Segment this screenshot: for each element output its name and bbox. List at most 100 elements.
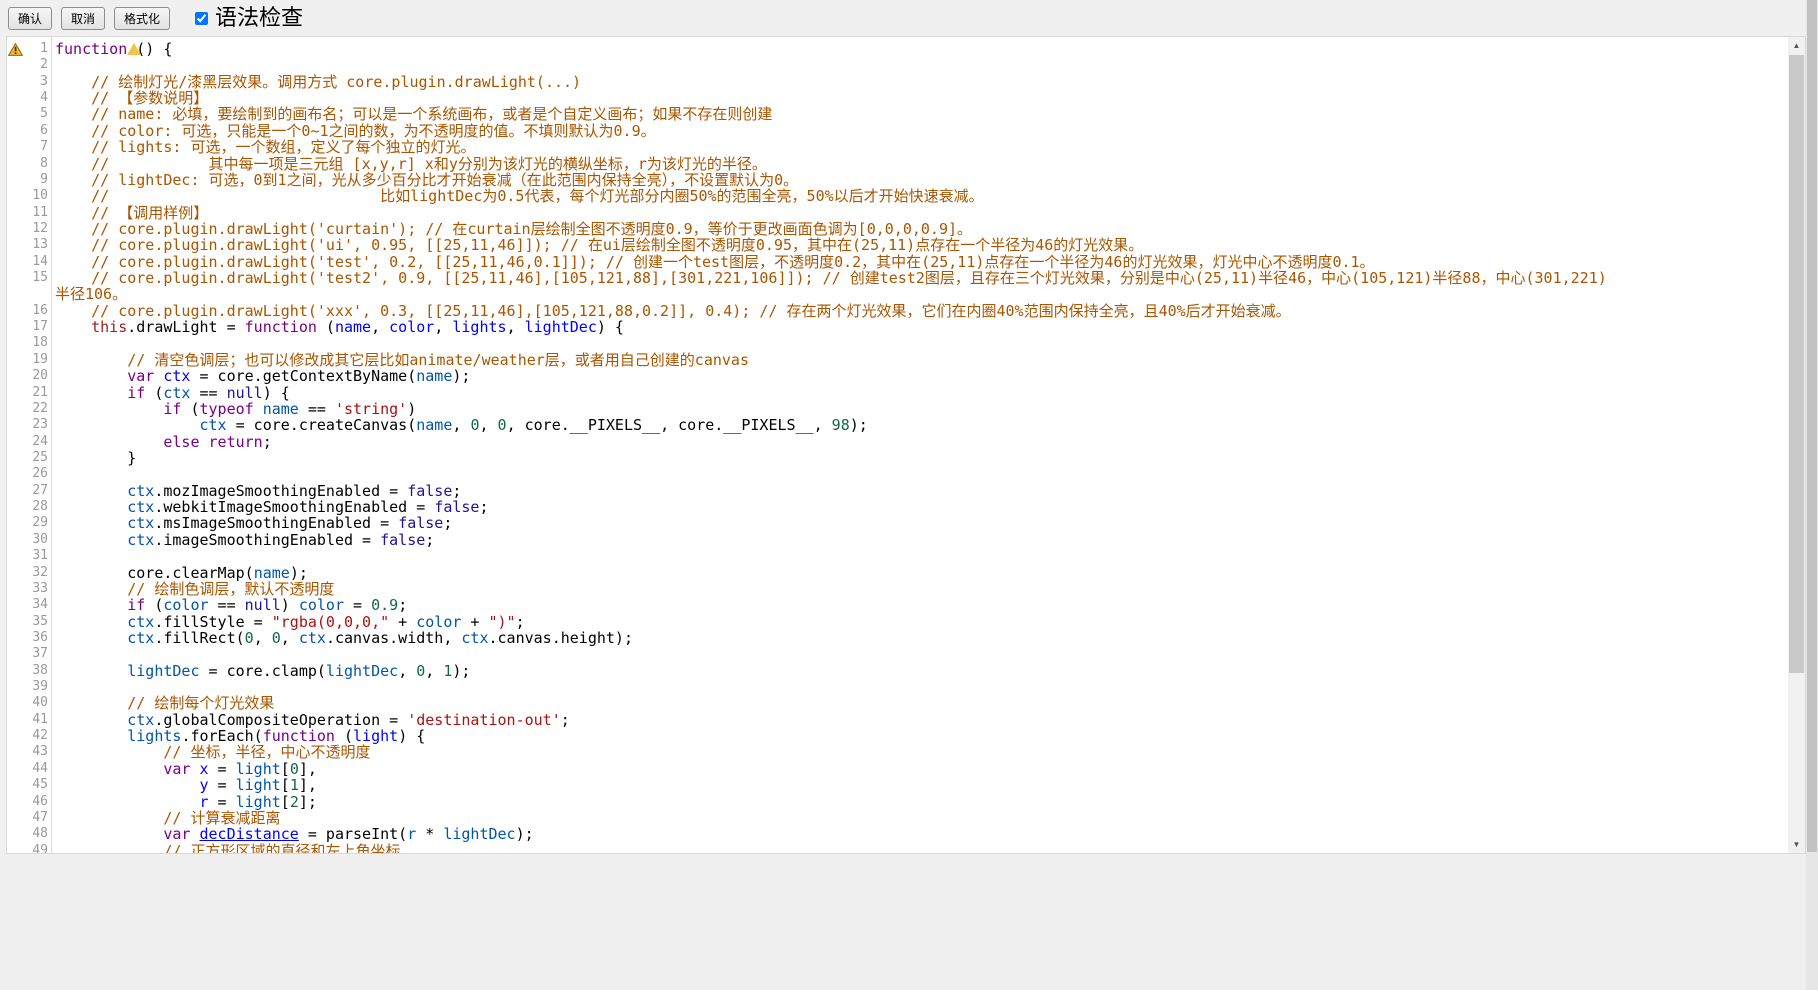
code-line[interactable]: 33 // 绘制色调层，默认不透明度 [7,581,1788,597]
code-line[interactable]: 49 // 正方形区域的直径和左上角坐标 [7,843,1788,853]
code-line[interactable]: 38 lightDec = core.clamp(lightDec, 0, 1)… [7,663,1788,679]
code-line[interactable]: 3 // 绘制灯光/漆黑层效果。调用方式 core.plugin.drawLig… [7,74,1788,90]
format-button[interactable]: 格式化 [114,7,170,30]
code-line[interactable]: 43 // 坐标，半径，中心不透明度 [7,744,1788,760]
code-line[interactable]: 34 if (color == null) color = 0.9; [7,597,1788,613]
confirm-button[interactable]: 确认 [8,7,52,30]
line-number: 24 [24,434,51,450]
code-line[interactable]: 23 ctx = core.createCanvas(name, 0, 0, c… [7,417,1788,433]
code-text: // lights: 可选，一个数组，定义了每个独立的灯光。 [51,139,1788,155]
lint-gutter [7,695,24,711]
scroll-down-button[interactable]: ▼ [1788,836,1805,853]
code-text: // color: 可选，只能是一个0~1之间的数，为不透明度的值。不填则默认为… [51,123,1788,139]
lint-gutter [7,646,24,662]
code-line[interactable]: 39 [7,679,1788,695]
code-line[interactable]: 36 ctx.fillRect(0, 0, ctx.canvas.width, … [7,630,1788,646]
line-number: 5 [24,106,51,122]
line-number: 32 [24,565,51,581]
line-number: 48 [24,826,51,842]
line-number: 22 [24,401,51,417]
code-line[interactable]: 26 [7,466,1788,482]
code-line-wrap[interactable]: 半径106。 [7,286,1788,302]
code-line[interactable]: 27 ctx.mozImageSmoothingEnabled = false; [7,483,1788,499]
code-line[interactable]: 35 ctx.fillStyle = "rgba(0,0,0," + color… [7,614,1788,630]
code-text: if (ctx == null) { [51,385,1788,401]
lint-gutter [7,417,24,433]
lint-gutter [7,270,24,286]
lint-gutter [7,777,24,793]
code-text: y = light[1], [51,777,1788,793]
line-number: 3 [24,74,51,90]
code-line[interactable]: 28 ctx.webkitImageSmoothingEnabled = fal… [7,499,1788,515]
code-line[interactable]: 6 // color: 可选，只能是一个0~1之间的数，为不透明度的值。不填则默… [7,123,1788,139]
code-line[interactable]: 19 // 清空色调层；也可以修改成其它层比如animate/weather层，… [7,352,1788,368]
code-line[interactable]: 12 // core.plugin.drawLight('curtain'); … [7,221,1788,237]
code-line[interactable]: 37 [7,646,1788,662]
code-line[interactable]: 20 var ctx = core.getContextByName(name)… [7,368,1788,384]
code-line[interactable]: 1function () { [7,41,1788,57]
code-line[interactable]: 8 // 其中每一项是三元组 [x,y,r] x和y分别为该灯光的横纵坐标，r为… [7,156,1788,172]
line-number: 11 [24,205,51,221]
code-line[interactable]: 40 // 绘制每个灯光效果 [7,695,1788,711]
code-line[interactable]: 46 r = light[2]; [7,794,1788,810]
code-line[interactable]: 10 // 比如lightDec为0.5代表，每个灯光部分内圈50%的范围全亮，… [7,188,1788,204]
code-line[interactable]: 31 [7,548,1788,564]
code-line[interactable]: 29 ctx.msImageSmoothingEnabled = false; [7,515,1788,531]
code-line[interactable]: 4 // 【参数说明】 [7,90,1788,106]
code-line[interactable]: 30 ctx.imageSmoothingEnabled = false; [7,532,1788,548]
line-number: 30 [24,532,51,548]
lint-gutter [7,712,24,728]
line-number: 12 [24,221,51,237]
line-number: 27 [24,483,51,499]
line-number: 38 [24,663,51,679]
code-line[interactable]: 32 core.clearMap(name); [7,565,1788,581]
code-line[interactable]: 2 [7,57,1788,73]
code-line[interactable]: 22 if (typeof name == 'string') [7,401,1788,417]
toolbar: 确认 取消 格式化 语法检查 [0,0,1818,36]
code-line[interactable]: 16 // core.plugin.drawLight('xxx', 0.3, … [7,303,1788,319]
code-editor[interactable]: 1function () {23 // 绘制灯光/漆黑层效果。调用方式 core… [6,36,1806,854]
lint-gutter [7,483,24,499]
code-line[interactable]: 17 this.drawLight = function (name, colo… [7,319,1788,335]
code-line[interactable]: 18 [7,335,1788,351]
scroll-up-button[interactable]: ▲ [1788,37,1805,54]
code-line[interactable]: 9 // lightDec: 可选，0到1之间，光从多少百分比才开始衰减（在此范… [7,172,1788,188]
code-line[interactable]: 14 // core.plugin.drawLight('test', 0.2,… [7,254,1788,270]
code-text: r = light[2]; [51,794,1788,810]
page-scrollbar[interactable] [1806,0,1818,990]
code-line[interactable]: 11 // 【调用样例】 [7,205,1788,221]
lint-gutter [7,581,24,597]
code-text: else return; [51,434,1788,450]
code-text: // 计算衰减距离 [51,810,1788,826]
lint-gutter [7,188,24,204]
page-scrollbar-thumb[interactable] [1807,0,1817,852]
lint-warning-gutter[interactable] [7,41,24,57]
code-line[interactable]: 42 lights.forEach(function (light) { [7,728,1788,744]
line-number: 26 [24,466,51,482]
code-line[interactable]: 45 y = light[1], [7,777,1788,793]
cancel-button[interactable]: 取消 [61,7,105,30]
code-line[interactable]: 44 var x = light[0], [7,761,1788,777]
line-number: 34 [24,597,51,613]
code-line[interactable]: 21 if (ctx == null) { [7,385,1788,401]
code-text: // core.plugin.drawLight('curtain'); // … [51,221,1788,237]
lint-gutter [7,532,24,548]
code-line[interactable]: 25 } [7,450,1788,466]
scrollbar-thumb[interactable] [1789,55,1804,673]
code-line[interactable]: 5 // name: 必填，要绘制到的画布名；可以是一个系统画布，或者是个自定义… [7,106,1788,122]
editor-scrollbar[interactable]: ▲ ▼ [1788,37,1805,853]
lint-gutter [7,90,24,106]
lint-gutter [7,761,24,777]
code-line[interactable]: 7 // lights: 可选，一个数组，定义了每个独立的灯光。 [7,139,1788,155]
code-line[interactable]: 15 // core.plugin.drawLight('test2', 0.9… [7,270,1788,286]
code-text: this.drawLight = function (name, color, … [51,319,1788,335]
lint-gutter [7,679,24,695]
code-line[interactable]: 13 // core.plugin.drawLight('ui', 0.95, … [7,237,1788,253]
code-line[interactable]: 47 // 计算衰减距离 [7,810,1788,826]
lint-gutter [7,335,24,351]
lint-checkbox[interactable] [195,12,208,25]
code-line[interactable]: 24 else return; [7,434,1788,450]
code-line[interactable]: 41 ctx.globalCompositeOperation = 'desti… [7,712,1788,728]
lint-gutter [7,156,24,172]
code-line[interactable]: 48 var decDistance = parseInt(r * lightD… [7,826,1788,842]
